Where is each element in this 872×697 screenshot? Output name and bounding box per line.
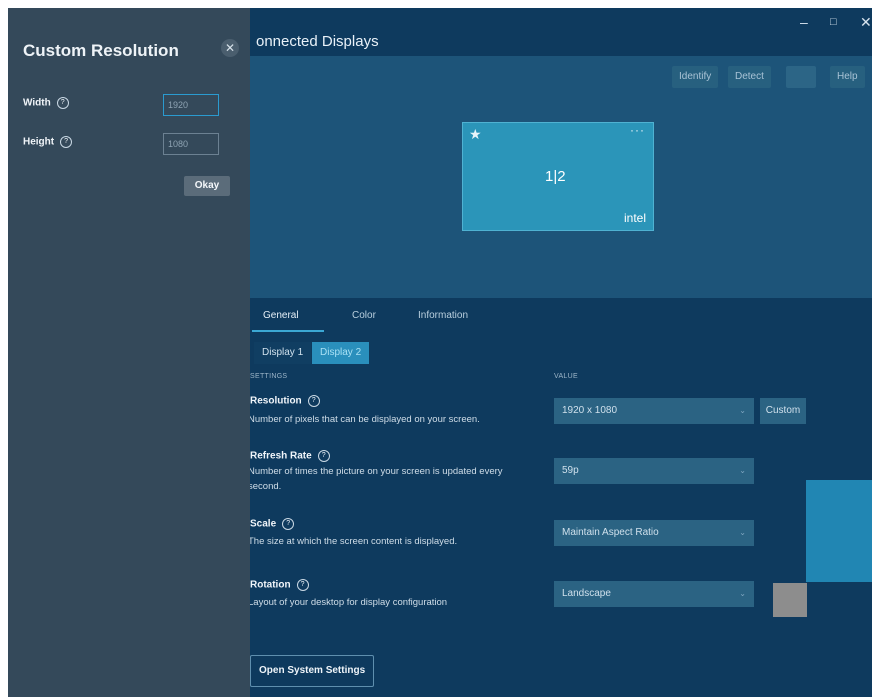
app-window: – □ ✕ onnected Displays Identify Detect …	[8, 8, 872, 697]
settings-column-header: SETTINGS	[250, 373, 288, 380]
height-label: Height?	[23, 136, 73, 148]
scale-value: Maintain Aspect Ratio	[562, 527, 659, 538]
display-number: 1|2	[545, 168, 566, 185]
help-icon[interactable]: ?	[60, 136, 73, 148]
value-column-header: VALUE	[554, 373, 578, 380]
refresh-rate-description: Number of times the picture on your scre…	[248, 466, 503, 492]
scale-title: Scale?	[250, 518, 295, 530]
identify-button[interactable]: Identify	[672, 66, 719, 88]
panel-title: Custom Resolution	[23, 41, 179, 60]
rotation-description: Layout of your desktop for display confi…	[248, 597, 448, 608]
refresh-rate-title: Refresh Rate?	[250, 450, 330, 462]
custom-resolution-button[interactable]: Custom	[760, 398, 806, 424]
custom-resolution-panel: Custom Resolution ✕ Width? 1920 Height? …	[8, 8, 250, 697]
rotation-value: Landscape	[562, 588, 611, 599]
rotation-title: Rotation?	[250, 579, 309, 591]
active-tab-indicator	[252, 330, 324, 332]
height-input[interactable]: 1080	[163, 133, 219, 155]
maximize-button[interactable]: □	[830, 16, 837, 28]
scale-dropdown[interactable]: Maintain Aspect Ratio ⌄	[554, 520, 754, 546]
width-label: Width?	[23, 97, 69, 109]
resolution-title: Resolution?	[250, 395, 320, 407]
chevron-down-icon: ⌄	[739, 528, 746, 537]
display-card[interactable]: ★ ··· 1|2 intel	[462, 122, 654, 231]
refresh-rate-value: 59p	[562, 465, 579, 476]
more-options-icon[interactable]: ···	[630, 123, 645, 137]
resolution-label: Resolution	[250, 395, 302, 407]
minimize-button[interactable]: –	[800, 14, 808, 30]
tab-color[interactable]: Color	[352, 310, 376, 321]
tab-information[interactable]: Information	[418, 310, 468, 321]
resolution-description: Number of pixels that can be displayed o…	[248, 414, 480, 425]
tab-general[interactable]: General	[263, 310, 299, 321]
rotation-dropdown[interactable]: Landscape ⌄	[554, 581, 754, 607]
display-1-button[interactable]: Display 1	[254, 342, 312, 364]
open-system-settings-button[interactable]: Open System Settings	[250, 655, 375, 687]
chevron-down-icon: ⌄	[739, 589, 746, 598]
close-window-button[interactable]: ✕	[860, 14, 872, 31]
help-icon[interactable]: ?	[282, 518, 295, 530]
detect-button[interactable]: Detect	[728, 66, 771, 88]
resolution-dropdown[interactable]: 1920 x 1080 ⌄	[554, 398, 754, 424]
intel-logo: intel	[623, 211, 646, 225]
help-button[interactable]: Help	[830, 66, 865, 88]
scale-description: The size at which the screen content is …	[248, 536, 458, 547]
help-icon[interactable]: ?	[317, 450, 330, 462]
display-2-button[interactable]: Display 2	[312, 342, 370, 364]
chevron-down-icon: ⌄	[739, 466, 746, 475]
toolbar-blank-button[interactable]	[786, 66, 816, 88]
help-icon[interactable]: ?	[307, 395, 320, 407]
side-display-block	[806, 480, 872, 582]
resolution-value: 1920 x 1080	[562, 405, 618, 416]
width-input[interactable]: 1920	[163, 94, 219, 116]
chevron-down-icon: ⌄	[739, 406, 746, 415]
page-title: onnected Displays	[256, 33, 379, 50]
refresh-rate-dropdown[interactable]: 59p ⌄	[554, 458, 754, 484]
scale-label: Scale	[250, 518, 277, 530]
primary-star-icon: ★	[469, 126, 482, 142]
help-icon[interactable]: ?	[296, 579, 309, 591]
close-icon[interactable]: ✕	[221, 39, 239, 57]
okay-button[interactable]: Okay	[184, 176, 230, 196]
rotation-label: Rotation	[250, 579, 291, 591]
help-icon[interactable]: ?	[56, 97, 69, 109]
width-label-text: Width	[23, 97, 51, 109]
height-label-text: Height	[23, 136, 55, 148]
color-swatch[interactable]	[773, 583, 807, 617]
refresh-rate-label: Refresh Rate	[250, 450, 312, 462]
